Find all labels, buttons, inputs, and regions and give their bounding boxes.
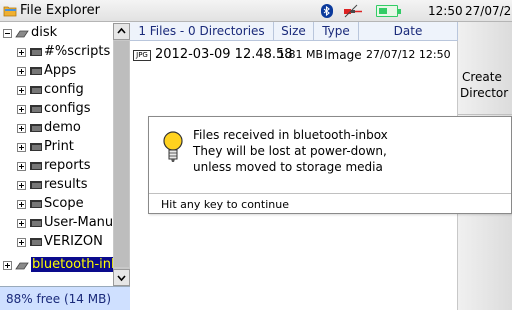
title-bar: File Explorer 12:50 27/07/2012 [0,0,512,22]
column-header-size[interactable]: Size [274,22,314,41]
expand-icon[interactable] [17,200,26,209]
create-directory-button[interactable]: Create Director [458,69,512,115]
column-header-name[interactable]: 1 Files - 0 Directories [130,22,274,41]
expand-icon[interactable] [17,238,26,247]
disk-icon [15,30,29,38]
dialog-line1: Files received in bluetooth-inbox [193,128,388,142]
folder-icon [30,67,42,75]
tree-item-label: Scope [44,196,84,211]
file-type: Image [324,48,362,62]
folder-icon [30,143,42,151]
tree-item-label: #%scripts [44,44,111,59]
disk-icon [15,262,29,270]
file-date: 27/07/12 12:50 [366,48,451,61]
column-header-type[interactable]: Type [314,22,359,41]
tree-item-label: configs [44,101,91,116]
folder-icon [30,200,42,208]
folder-icon [30,238,42,246]
clock: 12:50 [428,4,463,18]
chevron-down-icon [117,275,126,282]
create-directory-line2: Director [460,86,509,100]
folder-tree[interactable]: disk #%scripts Apps config configs demo … [0,23,130,286]
tree-scrollbar[interactable] [113,23,130,286]
dialog-line3: unless moved to storage media [193,160,383,174]
file-name: 2012-03-09 12.48.58 [155,47,293,62]
folder-icon [30,219,42,227]
tree-item-label: User-Manua [44,215,122,230]
free-space-label: 88% free (14 MB) [6,292,111,306]
tree-item-label: Print [44,139,74,154]
chevron-up-icon [117,27,126,34]
tree-item-label: VERIZON [44,234,103,249]
expand-icon[interactable] [17,124,26,133]
expand-icon[interactable] [17,105,26,114]
tree-item-label: Apps [44,63,77,78]
notification-dialog[interactable]: Files received in bluetooth-inbox They w… [148,116,512,214]
folder-icon [30,105,42,113]
expand-icon[interactable] [17,48,26,57]
dialog-message: Files received in bluetooth-inbox They w… [193,127,388,175]
expand-icon[interactable] [3,261,12,270]
expand-icon[interactable] [17,181,26,190]
jpg-file-icon: JPG [133,50,151,61]
create-directory-line1: Create [462,70,502,84]
file-explorer-icon [3,6,17,17]
dialog-hint: Hit any key to continue [161,198,289,211]
folder-icon [30,48,42,56]
folder-icon [30,181,42,189]
folder-icon [30,124,42,132]
app-title: File Explorer [20,3,101,18]
folder-icon [30,162,42,170]
bluetooth-icon [321,4,333,18]
power-plug-icon [344,4,362,18]
free-space-status: 88% free (14 MB) [0,286,130,310]
folder-icon [30,86,42,94]
collapse-icon[interactable] [3,29,12,38]
tree-item-label: results [44,177,88,192]
scroll-thumb[interactable] [114,41,129,267]
column-header-date[interactable]: Date [359,22,458,41]
file-size: 1.81 MB [278,48,324,61]
scroll-down-button[interactable] [113,269,130,286]
tree-item-label: config [44,82,84,97]
dialog-line2: They will be lost at power-down, [193,144,387,158]
scroll-up-button[interactable] [113,23,130,40]
expand-icon[interactable] [17,219,26,228]
tree-item-label: demo [44,120,81,135]
date: 27/07/2012 [465,4,512,18]
lightbulb-icon [163,131,183,162]
tree-label-disk: disk [31,25,58,40]
expand-icon[interactable] [17,67,26,76]
tree-item-label: reports [44,158,91,173]
expand-icon[interactable] [17,86,26,95]
dialog-divider [149,193,511,194]
battery-icon [376,5,401,17]
expand-icon[interactable] [17,143,26,152]
expand-icon[interactable] [17,162,26,171]
